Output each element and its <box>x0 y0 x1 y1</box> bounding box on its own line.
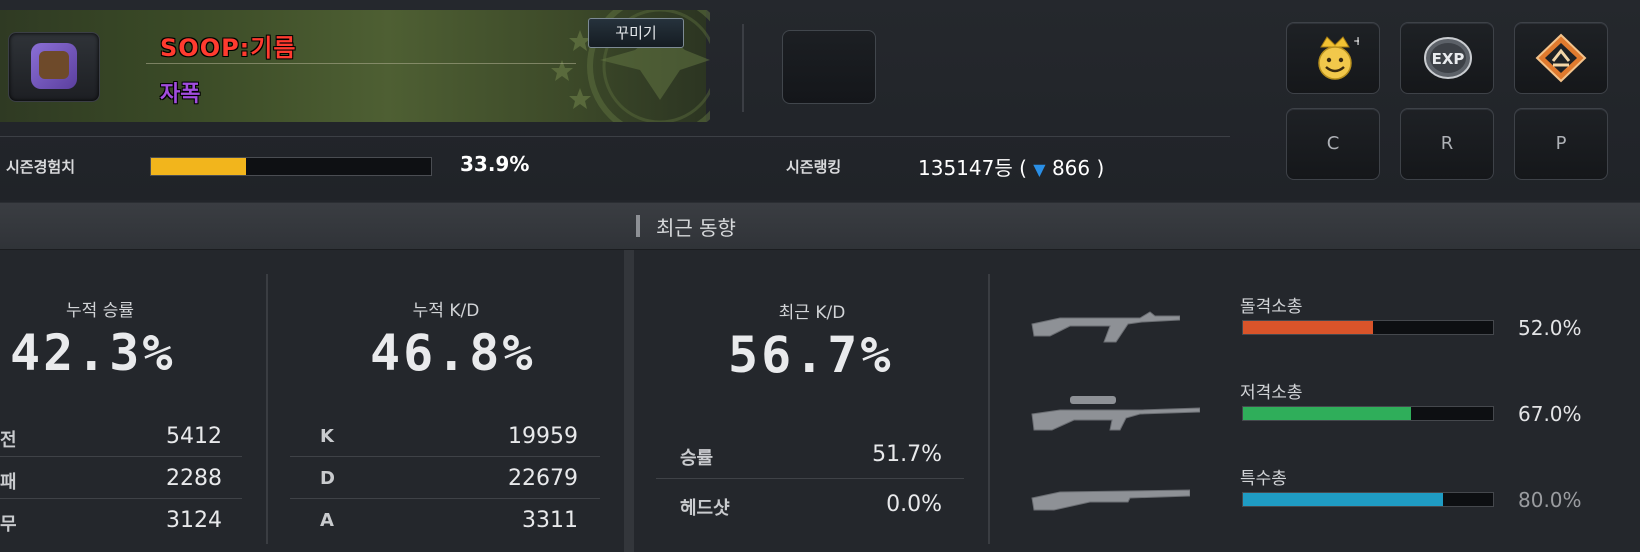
exp-button[interactable]: EXP <box>1400 22 1494 94</box>
season-exp-fill <box>151 158 246 175</box>
row-divider <box>290 498 600 499</box>
player-avatar[interactable] <box>8 32 100 102</box>
rank-close-paren: ) <box>1096 156 1105 180</box>
rank-down-arrow-icon: ▼ <box>1033 160 1046 179</box>
assists-row-label: A <box>320 510 334 531</box>
clan-name: 자폭 <box>160 82 201 107</box>
draw-row-label: 무 <box>0 514 17 535</box>
assault-rifle-value: 52.0% <box>1518 316 1582 340</box>
column-divider <box>266 274 268 544</box>
r-button[interactable]: R <box>1400 108 1494 180</box>
crown-smiley-button[interactable]: + <box>1286 22 1380 94</box>
cumulative-kd-title: 누적 K/D <box>412 301 480 321</box>
column-divider <box>988 274 990 544</box>
player-nickname: SOOP:기름 <box>160 34 297 62</box>
rank-number: 135147등 ( <box>918 156 1027 180</box>
c-button-label: C <box>1326 133 1340 154</box>
season-exp-bar <box>150 157 432 176</box>
special-gun-bar <box>1242 492 1494 507</box>
row-divider <box>290 456 600 457</box>
draw-row-value: 3124 <box>166 508 222 533</box>
deaths-row-value: 22679 <box>508 466 578 491</box>
assault-rifle-icon <box>1031 311 1180 343</box>
headshot-label: 헤드샷 <box>680 498 730 519</box>
column-divider <box>624 250 634 552</box>
kills-row-label: K <box>320 426 334 447</box>
section-title: 최근 동향 <box>656 216 736 240</box>
section-header <box>0 202 1640 250</box>
p-button[interactable]: P <box>1514 108 1608 180</box>
row-divider <box>0 498 242 499</box>
recent-winrate-value: 51.7% <box>872 442 942 467</box>
svg-text:EXP: EXP <box>1432 50 1465 68</box>
sniper-rifle-value: 67.0% <box>1518 402 1582 426</box>
name-divider <box>146 63 576 64</box>
special-gun-value: 80.0% <box>1518 488 1582 512</box>
row-divider <box>0 456 242 457</box>
sniper-rifle-label: 저격소총 <box>1240 383 1303 403</box>
avatar-frame <box>31 43 77 89</box>
rank-change: 866 <box>1051 156 1091 180</box>
rank-emblem-icon <box>1535 33 1587 83</box>
badge-slot[interactable] <box>782 30 876 104</box>
section-bar <box>636 215 640 237</box>
loss-row-label: 패 <box>0 472 17 493</box>
exp-icon: EXP <box>1424 37 1472 79</box>
season-rank-value: 135147등 ( ▼ 866 ) <box>918 152 1104 181</box>
sniper-rifle-fill <box>1243 407 1411 420</box>
avatar-character-icon <box>39 51 69 79</box>
cumulative-kd-value: 46.8% <box>370 324 536 382</box>
deaths-row-label: D <box>320 468 335 489</box>
crown-smiley-icon: + <box>1318 34 1359 80</box>
recent-kd-title: 최근 K/D <box>778 303 846 323</box>
r-button-label: R <box>1440 133 1454 154</box>
header-separator <box>0 136 1230 137</box>
special-gun-label: 특수총 <box>1240 469 1287 489</box>
header-divider <box>742 24 744 112</box>
recent-kd-value: 56.7% <box>728 326 894 384</box>
row-divider <box>656 478 964 479</box>
season-exp-value: 33.9% <box>460 152 530 176</box>
assault-rifle-bar <box>1242 320 1494 335</box>
loss-row-value: 2288 <box>166 466 222 491</box>
special-gun-fill <box>1243 493 1443 506</box>
kills-row-value: 19959 <box>508 424 578 449</box>
c-button[interactable]: C <box>1286 108 1380 180</box>
season-exp-label: 시즌경험치 <box>6 158 76 176</box>
recent-winrate-label: 승률 <box>680 448 714 469</box>
rank-emblem-button[interactable] <box>1514 22 1608 94</box>
win-row-value: 5412 <box>166 424 222 449</box>
assault-rifle-fill <box>1243 321 1373 334</box>
sniper-rifle-bar <box>1242 406 1494 421</box>
sniper-rifle-icon <box>1031 396 1200 431</box>
win-row-label: 전 <box>0 430 17 451</box>
assists-row-value: 3311 <box>522 508 578 533</box>
p-button-label: P <box>1555 133 1567 154</box>
season-rank-label: 시즌랭킹 <box>786 158 842 176</box>
assault-rifle-label: 돌격소총 <box>1240 297 1303 317</box>
cumulative-win-value: 42.3% <box>10 324 176 382</box>
decorate-button[interactable]: 꾸미기 <box>588 18 684 48</box>
headshot-value: 0.0% <box>886 492 942 517</box>
shotgun-icon <box>1031 489 1190 511</box>
svg-text:+: + <box>1353 34 1359 48</box>
cumulative-win-title: 누적 승률 <box>66 301 134 321</box>
